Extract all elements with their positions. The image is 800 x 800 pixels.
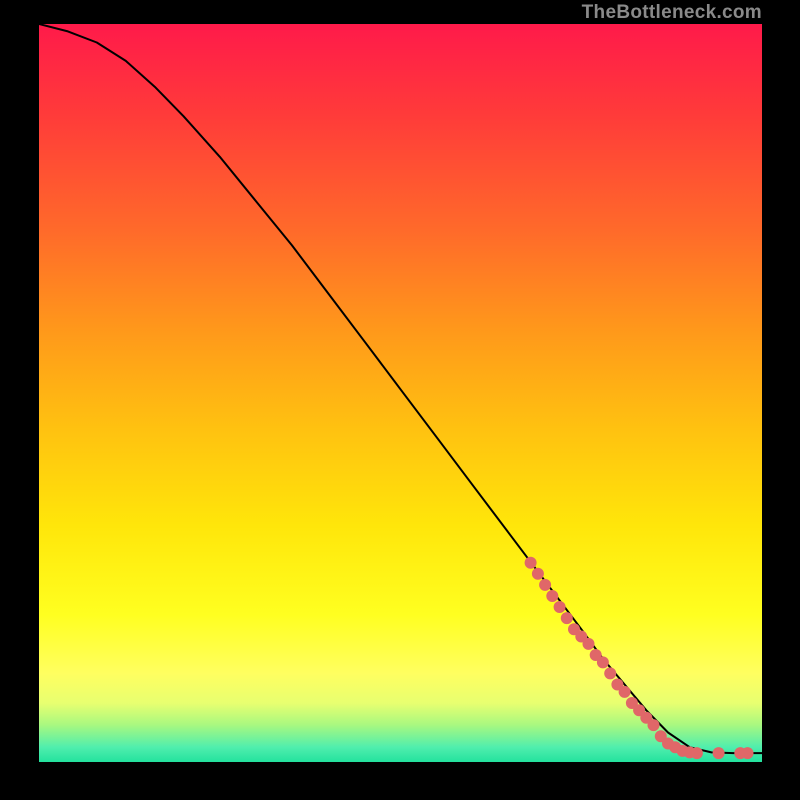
marker-point xyxy=(713,747,725,759)
marker-group xyxy=(525,557,754,759)
marker-point xyxy=(604,667,616,679)
marker-point xyxy=(742,747,754,759)
main-curve xyxy=(39,24,762,753)
marker-point xyxy=(691,747,703,759)
marker-point xyxy=(539,579,551,591)
marker-point xyxy=(583,638,595,650)
chart-svg xyxy=(39,24,762,762)
plot-area xyxy=(39,24,762,762)
marker-point xyxy=(597,656,609,668)
figure-root: TheBottleneck.com xyxy=(0,0,800,800)
marker-point xyxy=(554,601,566,613)
marker-point xyxy=(525,557,537,569)
attribution-label: TheBottleneck.com xyxy=(582,2,762,24)
marker-point xyxy=(532,568,544,580)
marker-point xyxy=(619,686,631,698)
marker-point xyxy=(561,612,573,624)
marker-point xyxy=(648,719,660,731)
marker-point xyxy=(546,590,558,602)
